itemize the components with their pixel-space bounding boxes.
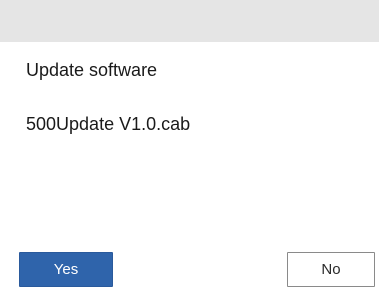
update-dialog: Update software 500Update V1.0.cab Yes N…: [0, 0, 379, 295]
no-button[interactable]: No: [287, 252, 375, 287]
no-button-label: No: [321, 261, 341, 278]
update-filename: 500Update V1.0.cab: [26, 114, 191, 134]
yes-button-label: Yes: [53, 261, 79, 278]
dialog-prompt: Update software: [26, 60, 158, 80]
yes-button[interactable]: Yes: [19, 252, 113, 287]
dialog-title-bar: [0, 0, 379, 42]
